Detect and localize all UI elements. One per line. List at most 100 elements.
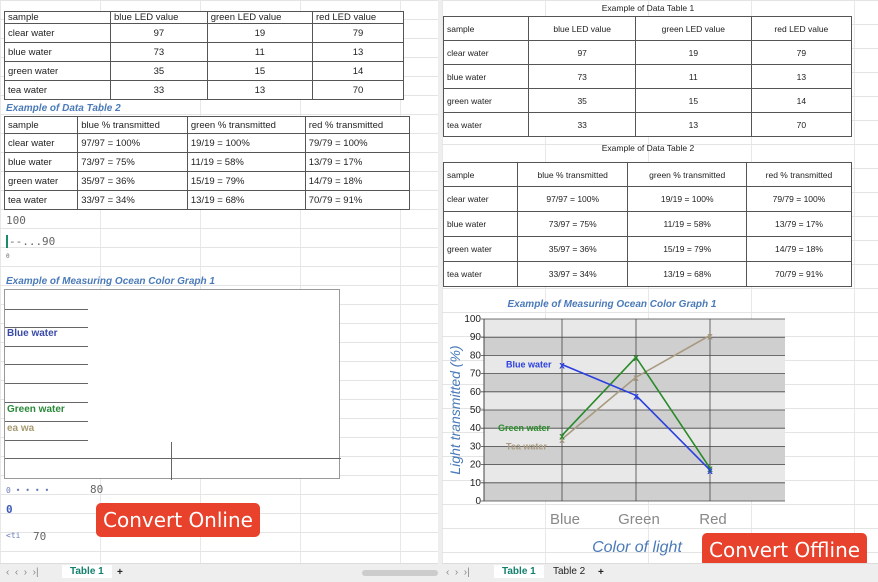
table-cell[interactable]: 15 — [206, 61, 314, 81]
table-cell[interactable]: 11/19 = 58% — [186, 152, 306, 172]
table-cell[interactable]: 14 — [312, 61, 404, 81]
table-cell[interactable]: 97/97 = 100% — [77, 133, 188, 153]
table-cell[interactable]: 33 — [110, 80, 208, 100]
column-header[interactable]: blue LED value — [528, 16, 636, 41]
y-tick-label: 80 — [470, 350, 482, 361]
table-cell[interactable]: 35/97 = 36% — [77, 171, 188, 191]
table-cell[interactable]: clear water — [4, 23, 111, 43]
x-tick-label: Green — [618, 511, 660, 528]
table-cell[interactable]: 14/79 = 18% — [745, 236, 853, 262]
column-header[interactable]: red LED value — [312, 11, 404, 24]
x-axis-title: Color of light — [592, 539, 682, 556]
sheet-nav-arrows[interactable]: ‹ ‹ › ›| — [6, 567, 39, 578]
table-cell[interactable]: 70 — [312, 80, 404, 100]
column-header[interactable]: blue % transmitted — [517, 162, 629, 187]
table-cell[interactable]: 15/19 = 79% — [627, 236, 747, 262]
table2-title: Example of Data Table 2 — [601, 143, 695, 153]
table-cell[interactable]: tea water — [442, 261, 519, 287]
table-cell[interactable]: green water — [442, 88, 530, 113]
column-header[interactable]: green LED value — [634, 16, 752, 41]
table-cell[interactable]: 14/79 = 18% — [304, 171, 411, 191]
table-cell[interactable]: 13/19 = 68% — [186, 190, 306, 210]
table-cell[interactable]: 13 — [312, 42, 404, 62]
table-cell[interactable]: green water — [4, 61, 111, 81]
fragment-text: 70 — [33, 530, 47, 543]
column-header[interactable]: red % transmitted — [304, 116, 411, 134]
table-cell[interactable]: 19 — [634, 40, 752, 65]
table-row: clear water 97 19 79 — [442, 40, 853, 65]
table-cell[interactable]: 97 — [110, 23, 208, 43]
table-cell[interactable]: 15/19 = 79% — [186, 171, 306, 191]
table-cell[interactable]: 79 — [312, 23, 404, 43]
sheet-tab-table-2[interactable]: Table 2 — [545, 565, 593, 578]
column-header[interactable]: sample — [442, 16, 530, 41]
sheet-tab-table-1[interactable]: Table 1 — [62, 565, 112, 578]
table-cell[interactable]: 70/79 = 91% — [745, 261, 853, 287]
table-cell[interactable]: green water — [442, 236, 519, 262]
table-cell[interactable]: 15 — [634, 88, 752, 113]
column-header[interactable]: green % transmitted — [186, 116, 306, 134]
convert-offline-button[interactable]: Convert Offline — [702, 533, 868, 567]
column-header[interactable]: green % transmitted — [627, 162, 747, 187]
table-cell[interactable]: 13 — [750, 64, 853, 89]
table-cell[interactable]: 97/97 = 100% — [517, 186, 629, 212]
y-tick-label: 70 — [470, 369, 482, 380]
table-cell[interactable]: 19 — [206, 23, 314, 43]
table-cell[interactable]: clear water — [442, 186, 519, 212]
table-cell[interactable]: 79/79 = 100% — [304, 133, 411, 153]
table-cell[interactable]: blue water — [4, 42, 111, 62]
table-cell[interactable]: 35 — [528, 88, 636, 113]
column-header[interactable]: sample — [3, 116, 79, 134]
table-cell[interactable]: 73/97 = 75% — [77, 152, 188, 172]
column-header[interactable]: red % transmitted — [745, 162, 853, 187]
table-cell[interactable]: 19/19 = 100% — [186, 133, 306, 153]
table-cell[interactable]: 73 — [528, 64, 636, 89]
table-cell[interactable]: blue water — [442, 64, 530, 89]
sheet-nav-arrows[interactable]: ‹ › ›| — [446, 567, 470, 578]
table-cell[interactable]: 97 — [528, 40, 636, 65]
table-cell[interactable]: 19/19 = 100% — [627, 186, 747, 212]
add-sheet-button[interactable]: + — [117, 567, 123, 578]
table-cell[interactable]: blue water — [3, 152, 79, 172]
table-cell[interactable]: 33/97 = 34% — [77, 190, 188, 210]
table-cell[interactable]: 79/79 = 100% — [745, 186, 853, 212]
column-header[interactable]: red LED value — [750, 16, 853, 41]
convert-online-button[interactable]: Convert Online — [96, 503, 260, 537]
table-cell[interactable]: 13 — [206, 80, 314, 100]
table-cell[interactable]: green water — [3, 171, 79, 191]
table-cell[interactable]: 73 — [110, 42, 208, 62]
table-header-row: sample blue LED value green LED value red L… — [442, 16, 853, 41]
table-cell[interactable]: tea water — [4, 80, 111, 100]
table-cell[interactable]: 35 — [110, 61, 208, 81]
sheet-tab-table-1[interactable]: Table 1 — [494, 565, 544, 578]
table-cell[interactable]: 33 — [528, 112, 636, 137]
column-header[interactable]: blue % transmitted — [77, 116, 188, 134]
column-header[interactable]: blue LED value — [110, 11, 208, 24]
table-cell[interactable]: 13/79 = 17% — [304, 152, 411, 172]
table-cell[interactable]: clear water — [3, 133, 79, 153]
column-header[interactable]: green LED value — [206, 11, 314, 24]
table-cell[interactable]: 14 — [750, 88, 853, 113]
table-cell[interactable]: 35/97 = 36% — [517, 236, 629, 262]
table-cell[interactable]: tea water — [442, 112, 530, 137]
table-cell[interactable]: 13/79 = 17% — [745, 211, 853, 237]
table-cell[interactable]: 73/97 = 75% — [517, 211, 629, 237]
column-header[interactable]: sample — [442, 162, 519, 187]
table-cell[interactable]: tea water — [3, 190, 79, 210]
table-cell[interactable]: 13 — [634, 112, 752, 137]
table-cell[interactable]: 11/19 = 58% — [627, 211, 747, 237]
table-cell[interactable]: 13/19 = 68% — [627, 261, 747, 287]
table-cell[interactable]: clear water — [442, 40, 530, 65]
horizontal-scrollbar[interactable] — [362, 570, 438, 576]
table-cell[interactable]: 11 — [634, 64, 752, 89]
add-sheet-button[interactable]: + — [598, 567, 604, 578]
table-header-row: sample blue % transmitted green % transmit… — [442, 162, 853, 187]
column-header[interactable]: sample — [4, 11, 111, 24]
table-cell[interactable]: 70/79 = 91% — [304, 190, 411, 210]
table-cell[interactable]: 79 — [750, 40, 853, 65]
table-cell[interactable]: 70 — [750, 112, 853, 137]
data-point-marker: x — [633, 391, 639, 402]
table-cell[interactable]: 11 — [206, 42, 314, 62]
table-cell[interactable]: blue water — [442, 211, 519, 237]
table-cell[interactable]: 33/97 = 34% — [517, 261, 629, 287]
